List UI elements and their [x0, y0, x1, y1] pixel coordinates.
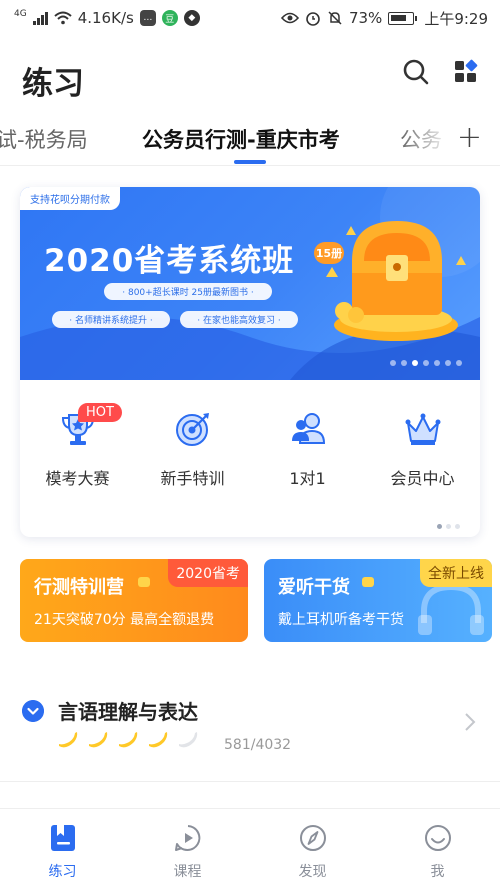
- nav-label: 练习: [48, 864, 77, 880]
- exam-tabs: 试-税务局 公务员行测-重庆市考 公务 +: [0, 118, 500, 166]
- carousel-dot-active[interactable]: [412, 360, 418, 366]
- bottom-nav: 练习 课程 发现 我: [0, 808, 500, 888]
- quick-entry-label: 会员中心: [390, 469, 455, 488]
- nav-discover[interactable]: 发现: [250, 809, 375, 888]
- tab-tax-bureau[interactable]: 试-税务局: [0, 124, 88, 154]
- network-type: 4G: [14, 9, 27, 19]
- quick-entry-newbie-training[interactable]: 新手特训: [135, 409, 250, 499]
- crown-icon: [405, 413, 440, 445]
- target-icon: [175, 413, 209, 446]
- status-right: 73% 上午9:29: [280, 8, 488, 29]
- promo-corner-badge: 2020省考: [168, 559, 248, 587]
- add-tab-button[interactable]: +: [457, 120, 482, 155]
- pager-dot-active: [437, 524, 442, 529]
- quick-entry-one-on-one[interactable]: 1对1: [250, 409, 365, 499]
- practice-section[interactable]: 言语理解与表达 581/4032: [0, 690, 500, 782]
- banana-icon: [119, 732, 138, 748]
- eye-icon: [280, 12, 299, 24]
- compass-icon: [299, 825, 326, 851]
- carousel-dot[interactable]: [390, 360, 396, 366]
- nav-courses[interactable]: 课程: [125, 809, 250, 888]
- battery-icon: [388, 11, 418, 25]
- headphones-icon: [418, 583, 484, 635]
- nav-me[interactable]: 我: [375, 809, 500, 888]
- practice-icon: [50, 825, 75, 851]
- promo-title: 爱听干货: [278, 577, 350, 598]
- quick-entry-member-center[interactable]: 会员中心: [365, 409, 480, 499]
- banana-empty-icon: [179, 732, 198, 748]
- grid-menu-icon[interactable]: [452, 58, 480, 86]
- active-tab-indicator: [234, 160, 266, 164]
- promo-subtitle: 21天突破70分 最高全额退费: [34, 612, 215, 628]
- clock: 上午9:29: [424, 9, 488, 28]
- app-header: 练习: [0, 50, 500, 110]
- mute-bell-icon: [328, 11, 342, 25]
- carousel-dot[interactable]: [423, 360, 429, 366]
- rating-bananas: [56, 730, 200, 752]
- page-title: 练习: [22, 66, 84, 102]
- banana-icon: [149, 732, 168, 748]
- promo-card-training-camp[interactable]: 行测特训营 21天突破70分 最高全额退费 2020省考: [20, 559, 248, 642]
- network-speed: 4.16K/s: [77, 9, 134, 27]
- tab-chongqing-exam[interactable]: 公务员行测-重庆市考: [142, 124, 340, 154]
- tutor-icon: [291, 413, 325, 444]
- promo-title: 行测特训营: [34, 577, 124, 598]
- wifi-icon: [54, 11, 72, 25]
- pager-dot: [455, 524, 460, 529]
- treasure-chest-icon: [326, 221, 466, 341]
- status-bar: 4G 4.16K/s … 豆 ◆ 73% 上午9:29: [0, 0, 500, 36]
- status-left: 4G 4.16K/s … 豆 ◆: [14, 9, 200, 27]
- quick-entry-mock-exam[interactable]: HOT 模考大赛: [20, 403, 135, 499]
- promo-corner-badge: 全新上线: [420, 559, 492, 587]
- nav-practice[interactable]: 练习: [0, 809, 125, 888]
- nav-label: 我: [430, 864, 445, 880]
- promo-subtitle: 戴上耳机听备考干货: [278, 612, 404, 628]
- section-progress: 581/4032: [224, 737, 292, 753]
- promo-card-audio[interactable]: 爱听干货 戴上耳机听备考干货 全新上线: [264, 559, 492, 642]
- carousel-dot[interactable]: [434, 360, 440, 366]
- quick-entry-pager: [437, 524, 460, 529]
- promo-banner[interactable]: 支持花呗分期付款 2020省考系统班 15册 · 800+超长课时 25册最新图…: [20, 187, 480, 380]
- chevron-right-icon[interactable]: [464, 712, 476, 732]
- quick-entry-label: 新手特训: [160, 469, 225, 488]
- chevron-down-icon[interactable]: [22, 700, 44, 722]
- banana-icon: [89, 732, 108, 748]
- banner-pill: · 800+超长课时 25册最新图书 ·: [104, 283, 272, 300]
- quick-entry-row: HOT 模考大赛 新手特训 1对1 会员中心: [20, 403, 480, 499]
- carousel-dot[interactable]: [401, 360, 407, 366]
- douban-icon: 豆: [161, 10, 178, 26]
- banner-title: 2020省考系统班: [44, 243, 295, 279]
- section-title: 言语理解与表达: [58, 700, 198, 724]
- quick-entry-label: 模考大赛: [45, 469, 110, 488]
- banner-pill: · 名师精讲系统提升 ·: [52, 311, 170, 328]
- banana-icon: [59, 732, 78, 748]
- banner-tag: 支持花呗分期付款: [20, 187, 120, 210]
- qq-icon: ◆: [183, 10, 200, 26]
- course-play-icon: [174, 825, 200, 851]
- nav-label: 发现: [298, 864, 327, 880]
- tab-fade: [400, 118, 460, 164]
- quick-entry-label: 1对1: [289, 469, 326, 488]
- signal-icon: [32, 11, 48, 25]
- carousel-dot[interactable]: [456, 360, 462, 366]
- carousel-dot[interactable]: [445, 360, 451, 366]
- main-card: 支持花呗分期付款 2020省考系统班 15册 · 800+超长课时 25册最新图…: [20, 187, 480, 537]
- alarm-icon: [306, 12, 320, 26]
- nav-label: 课程: [173, 864, 202, 880]
- banner-pill: · 在家也能高效复习 ·: [180, 311, 298, 328]
- battery-percent: 73%: [348, 9, 383, 27]
- profile-smile-icon: [424, 825, 451, 851]
- chat-bubble-icon: [138, 577, 150, 587]
- hot-badge: HOT: [78, 403, 122, 422]
- carousel-dots: [390, 360, 462, 366]
- chat-bubble-icon: [362, 577, 374, 587]
- message-icon: …: [139, 10, 156, 26]
- search-icon[interactable]: [402, 58, 430, 86]
- pager-dot: [446, 524, 451, 529]
